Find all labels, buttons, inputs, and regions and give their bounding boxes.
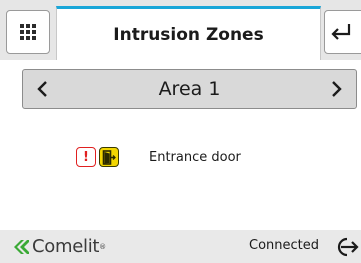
return-arrow-icon bbox=[331, 24, 351, 40]
brand-name: Comelit bbox=[32, 236, 100, 257]
header-bar: Intrusion Zones bbox=[0, 0, 361, 60]
zone-label: Entrance door bbox=[149, 149, 241, 165]
back-button[interactable] bbox=[324, 10, 361, 54]
zone-list-item[interactable]: ! Entrance door bbox=[76, 146, 241, 168]
connection-status: Connected bbox=[249, 238, 320, 253]
comelit-logo: Comelit ® bbox=[12, 236, 106, 257]
chevron-left-icon bbox=[37, 81, 47, 97]
next-area-button[interactable] bbox=[316, 70, 356, 108]
logout-button[interactable] bbox=[333, 236, 359, 258]
previous-area-button[interactable] bbox=[23, 70, 63, 108]
alarm-exclamation-icon: ! bbox=[76, 147, 96, 167]
logout-arrow-icon bbox=[337, 237, 359, 257]
page-title: Intrusion Zones bbox=[113, 24, 264, 45]
area-selector: Area 1 bbox=[22, 69, 357, 109]
page-title-tab: Intrusion Zones bbox=[56, 6, 321, 60]
grid-menu-icon bbox=[20, 24, 36, 40]
footer-bar: Comelit ® Connected bbox=[0, 230, 361, 263]
door-icon bbox=[99, 147, 119, 167]
chevron-right-icon bbox=[332, 81, 342, 97]
menu-button[interactable] bbox=[6, 10, 50, 54]
area-name: Area 1 bbox=[158, 78, 221, 100]
comelit-chevron-icon bbox=[14, 239, 29, 254]
